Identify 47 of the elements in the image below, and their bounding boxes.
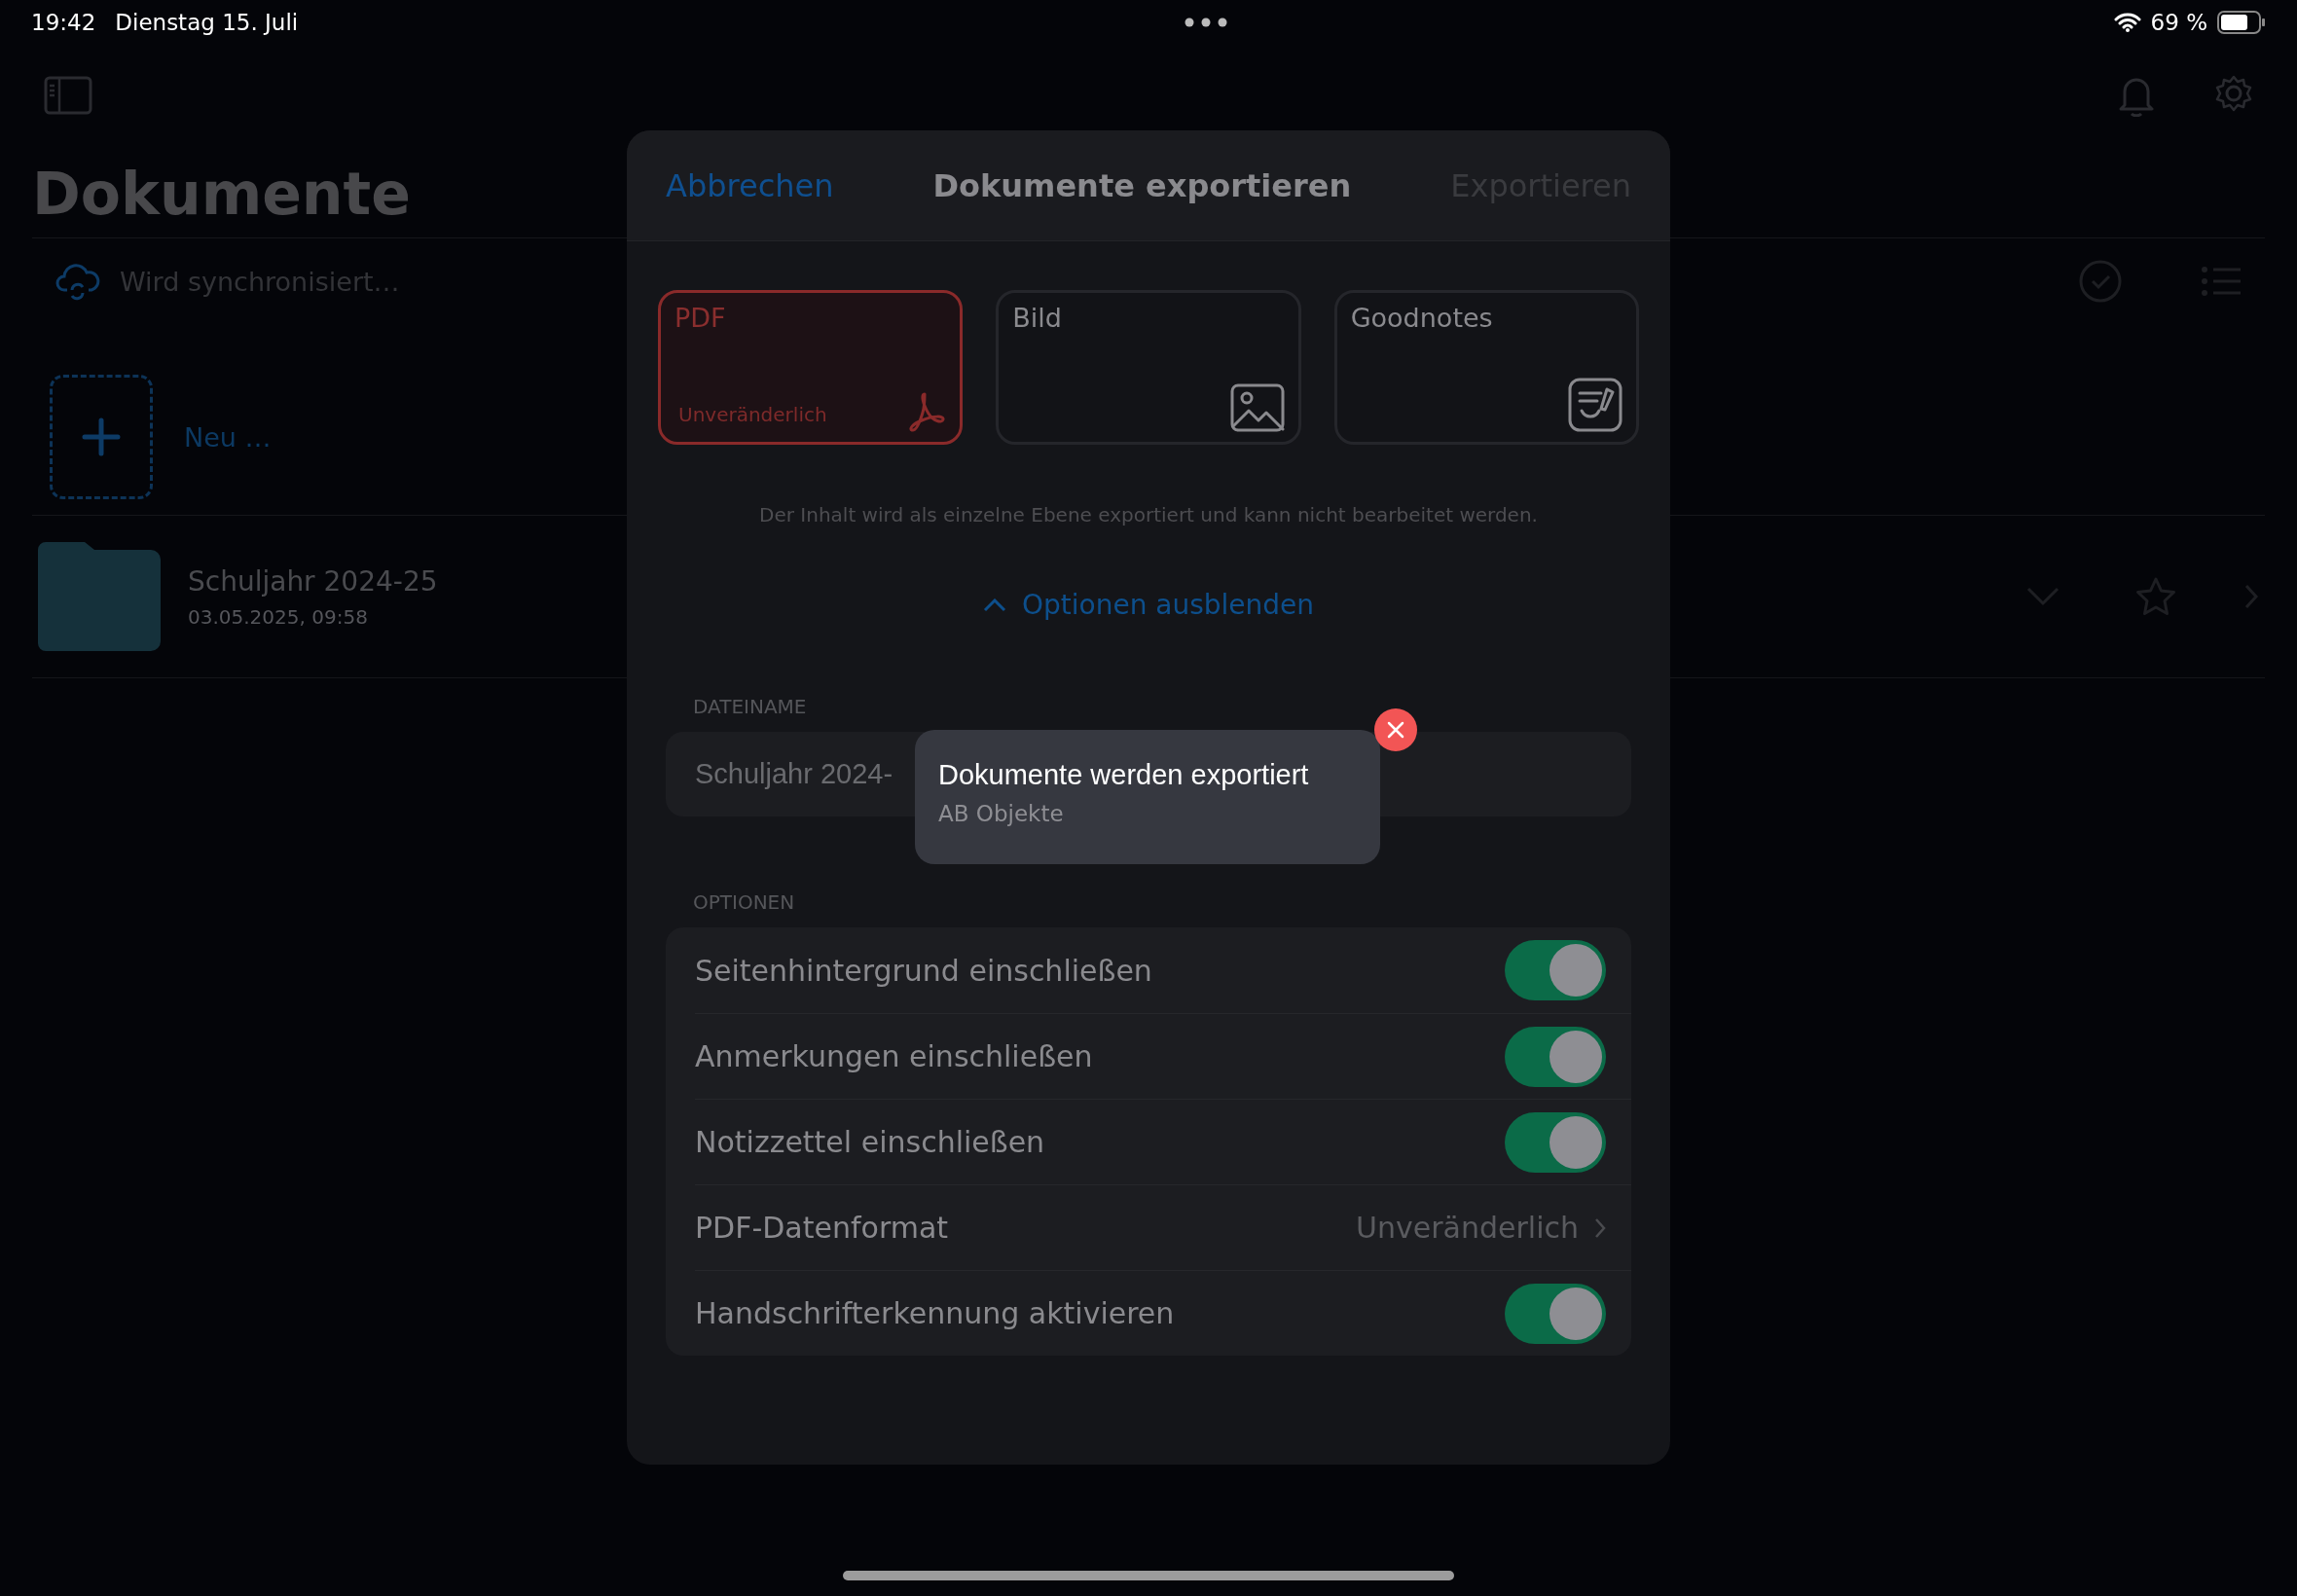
folder-date: 03.05.2025, 09:58 <box>188 604 369 629</box>
cloud-sync-icon <box>55 261 100 302</box>
format-option[interactable]: PDF Unveränderlich <box>658 290 964 445</box>
folder-name[interactable]: Schuljahr 2024-25 <box>188 564 438 598</box>
home-indicator[interactable] <box>843 1571 1454 1580</box>
new-item-label[interactable]: Neu … <box>184 421 272 453</box>
close-icon <box>1387 721 1404 739</box>
battery-icon <box>2217 11 2266 34</box>
sidebar-icon[interactable] <box>44 76 92 115</box>
dialog-title: Dokumente exportieren <box>932 166 1352 204</box>
status-time: 19:42 <box>31 10 96 35</box>
options-toggle-button[interactable]: Optionen ausblenden <box>982 589 1315 621</box>
option-label: Notizzettel einschließen <box>695 1125 1045 1159</box>
chevron-down-icon[interactable] <box>2025 586 2060 607</box>
pdf-icon <box>907 391 947 432</box>
option-label: Handschrifterkennung aktivieren <box>695 1296 1175 1330</box>
format-picker-button[interactable]: Unveränderlich <box>1356 1211 1606 1245</box>
settings-icon[interactable] <box>2214 74 2253 113</box>
format-label: Goodnotes <box>1350 303 1494 333</box>
new-item-button[interactable] <box>50 375 153 499</box>
more-icon[interactable] <box>1184 18 1227 27</box>
wifi-icon <box>2113 13 2141 32</box>
status-date: Dienstag 15. Juli <box>115 10 299 35</box>
chevron-right-icon[interactable] <box>2243 583 2259 610</box>
option-label: Seitenhintergrund einschließen <box>695 953 1152 988</box>
notebook-pen-icon <box>1568 378 1622 432</box>
battery-percent: 69 % <box>2150 10 2207 35</box>
image-icon <box>1229 383 1285 432</box>
option-label: PDF-Datenformat <box>695 1211 949 1245</box>
format-option[interactable]: Bild <box>996 290 1301 445</box>
folder-icon[interactable] <box>38 542 161 651</box>
format-subtitle: Unveränderlich <box>677 403 827 428</box>
format-option[interactable]: Goodnotes <box>1333 290 1639 445</box>
chevron-right-icon <box>1594 1216 1606 1239</box>
select-check-icon[interactable] <box>2078 259 2123 304</box>
section-label: DATEINAME <box>693 695 808 718</box>
star-icon[interactable] <box>2134 576 2177 617</box>
plus-icon <box>82 417 121 456</box>
section-label: OPTIONEN <box>693 890 796 914</box>
format-label: PDF <box>675 303 727 333</box>
format-label: Bild <box>1012 303 1063 333</box>
list-view-icon[interactable] <box>2201 266 2242 297</box>
option-label: Anmerkungen einschließen <box>695 1039 1093 1073</box>
toast-title: Dokumente werden exportiert <box>938 759 1310 791</box>
format-description: Der Inhalt wird als einzelne Ebene exportiert und kann nicht bearbeitet werden. <box>758 503 1539 526</box>
cancel-button[interactable]: Abbrechen <box>666 166 834 204</box>
page-title: Dokumente <box>32 160 411 228</box>
